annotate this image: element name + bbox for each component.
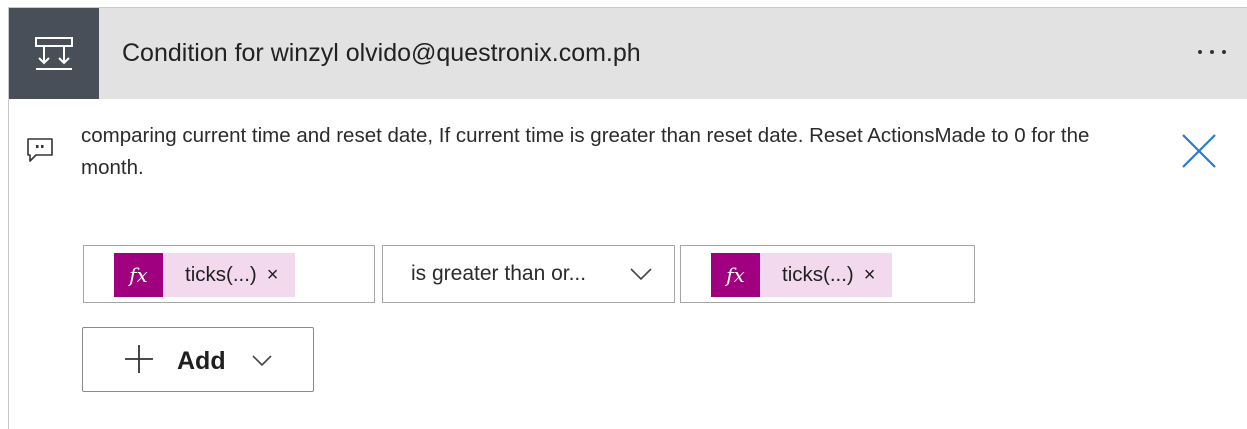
fx-icon: fx [711, 253, 760, 297]
comment-icon [27, 138, 53, 162]
remove-token-button[interactable]: × [267, 253, 295, 297]
condition-icon-tile [9, 8, 99, 99]
plus-icon [125, 345, 153, 373]
operator-dropdown[interactable]: is greater than or... [382, 245, 675, 303]
add-button-label: Add [177, 347, 226, 375]
left-operand-field[interactable]: fx ticks(...) × [83, 245, 375, 303]
comment-text: comparing current time and reset date, I… [81, 124, 1090, 179]
operator-selected-value: is greater than or... [411, 262, 587, 285]
right-operand-token[interactable]: fx ticks(...) × [711, 253, 892, 297]
remove-token-button[interactable]: × [864, 253, 892, 297]
close-icon[interactable] [1179, 131, 1219, 171]
right-operand-field[interactable]: fx ticks(...) × [680, 245, 975, 303]
fx-icon: fx [114, 253, 163, 297]
card-title: Condition for winzyl olvido@questronix.c… [122, 39, 641, 67]
token-label: ticks(...) [782, 263, 854, 286]
chevron-down-icon [630, 268, 652, 281]
add-button[interactable]: Add [82, 327, 314, 392]
token-label: ticks(...) [185, 263, 257, 286]
chevron-down-icon [252, 355, 272, 367]
more-options-icon [1198, 50, 1226, 54]
condition-icon [35, 36, 73, 70]
card-header[interactable]: Condition for winzyl olvido@questronix.c… [9, 8, 1247, 99]
left-operand-token[interactable]: fx ticks(...) × [114, 253, 295, 297]
condition-card: Condition for winzyl olvido@questronix.c… [8, 7, 1247, 429]
more-options-button[interactable] [1188, 32, 1236, 72]
